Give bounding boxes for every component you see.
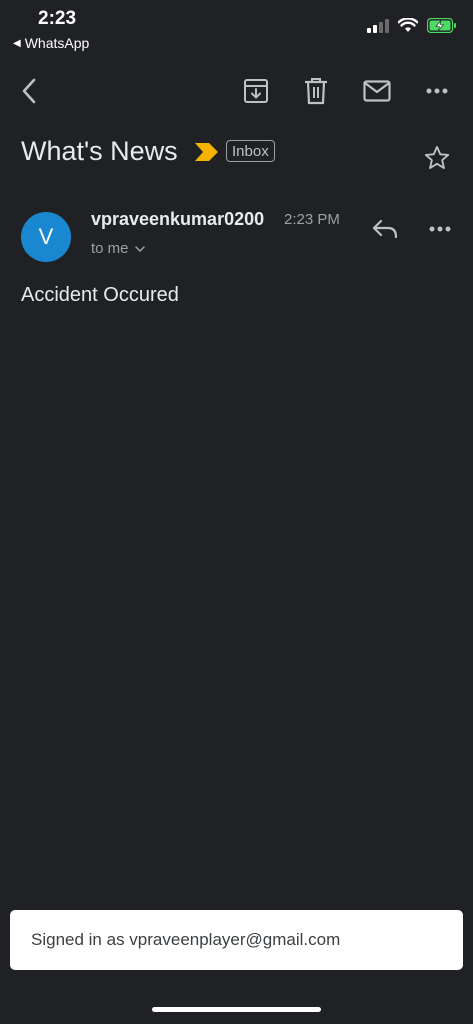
back-app-label: WhatsApp bbox=[24, 35, 90, 51]
status-time: 2:23 bbox=[38, 8, 77, 29]
delete-icon bbox=[305, 78, 327, 105]
back-to-app-link[interactable]: ◀ WhatsApp bbox=[13, 35, 89, 51]
message-more-button[interactable] bbox=[423, 212, 457, 246]
back-triangle-icon: ◀ bbox=[13, 37, 21, 49]
more-icon bbox=[426, 88, 448, 94]
toast-message: Signed in as vpraveenplayer@gmail.com bbox=[31, 930, 341, 949]
home-indicator[interactable] bbox=[152, 1007, 321, 1012]
chevron-down-icon bbox=[134, 245, 145, 252]
cellular-signal-icon bbox=[367, 18, 389, 33]
delete-button[interactable] bbox=[299, 74, 333, 108]
sender-name[interactable]: vpraveenkumar0200 bbox=[91, 209, 264, 230]
email-body: Accident Occured bbox=[21, 284, 179, 306]
sent-time: 2:23 PM bbox=[284, 211, 340, 228]
importance-marker-icon[interactable] bbox=[195, 143, 218, 161]
more-options-button[interactable] bbox=[420, 74, 454, 108]
wifi-icon bbox=[398, 18, 418, 32]
battery-charging-icon bbox=[427, 18, 456, 33]
status-icons bbox=[367, 18, 457, 33]
inbox-label-chip[interactable]: Inbox bbox=[226, 140, 275, 162]
back-arrow-icon bbox=[22, 78, 36, 104]
recipient-label: to me bbox=[91, 240, 129, 257]
recipient-details-toggle[interactable]: to me bbox=[91, 240, 145, 257]
mark-unread-icon bbox=[363, 80, 391, 102]
signed-in-toast: Signed in as vpraveenplayer@gmail.com bbox=[10, 910, 463, 970]
archive-button[interactable] bbox=[239, 74, 273, 108]
archive-icon bbox=[244, 79, 268, 103]
mark-unread-button[interactable] bbox=[360, 74, 394, 108]
reply-button[interactable] bbox=[368, 212, 402, 246]
star-icon[interactable] bbox=[423, 144, 451, 172]
reply-icon bbox=[372, 219, 398, 239]
back-button[interactable] bbox=[12, 74, 46, 108]
more-icon bbox=[429, 226, 451, 232]
sender-avatar[interactable]: V bbox=[21, 212, 71, 262]
email-subject: What's News bbox=[21, 136, 178, 166]
